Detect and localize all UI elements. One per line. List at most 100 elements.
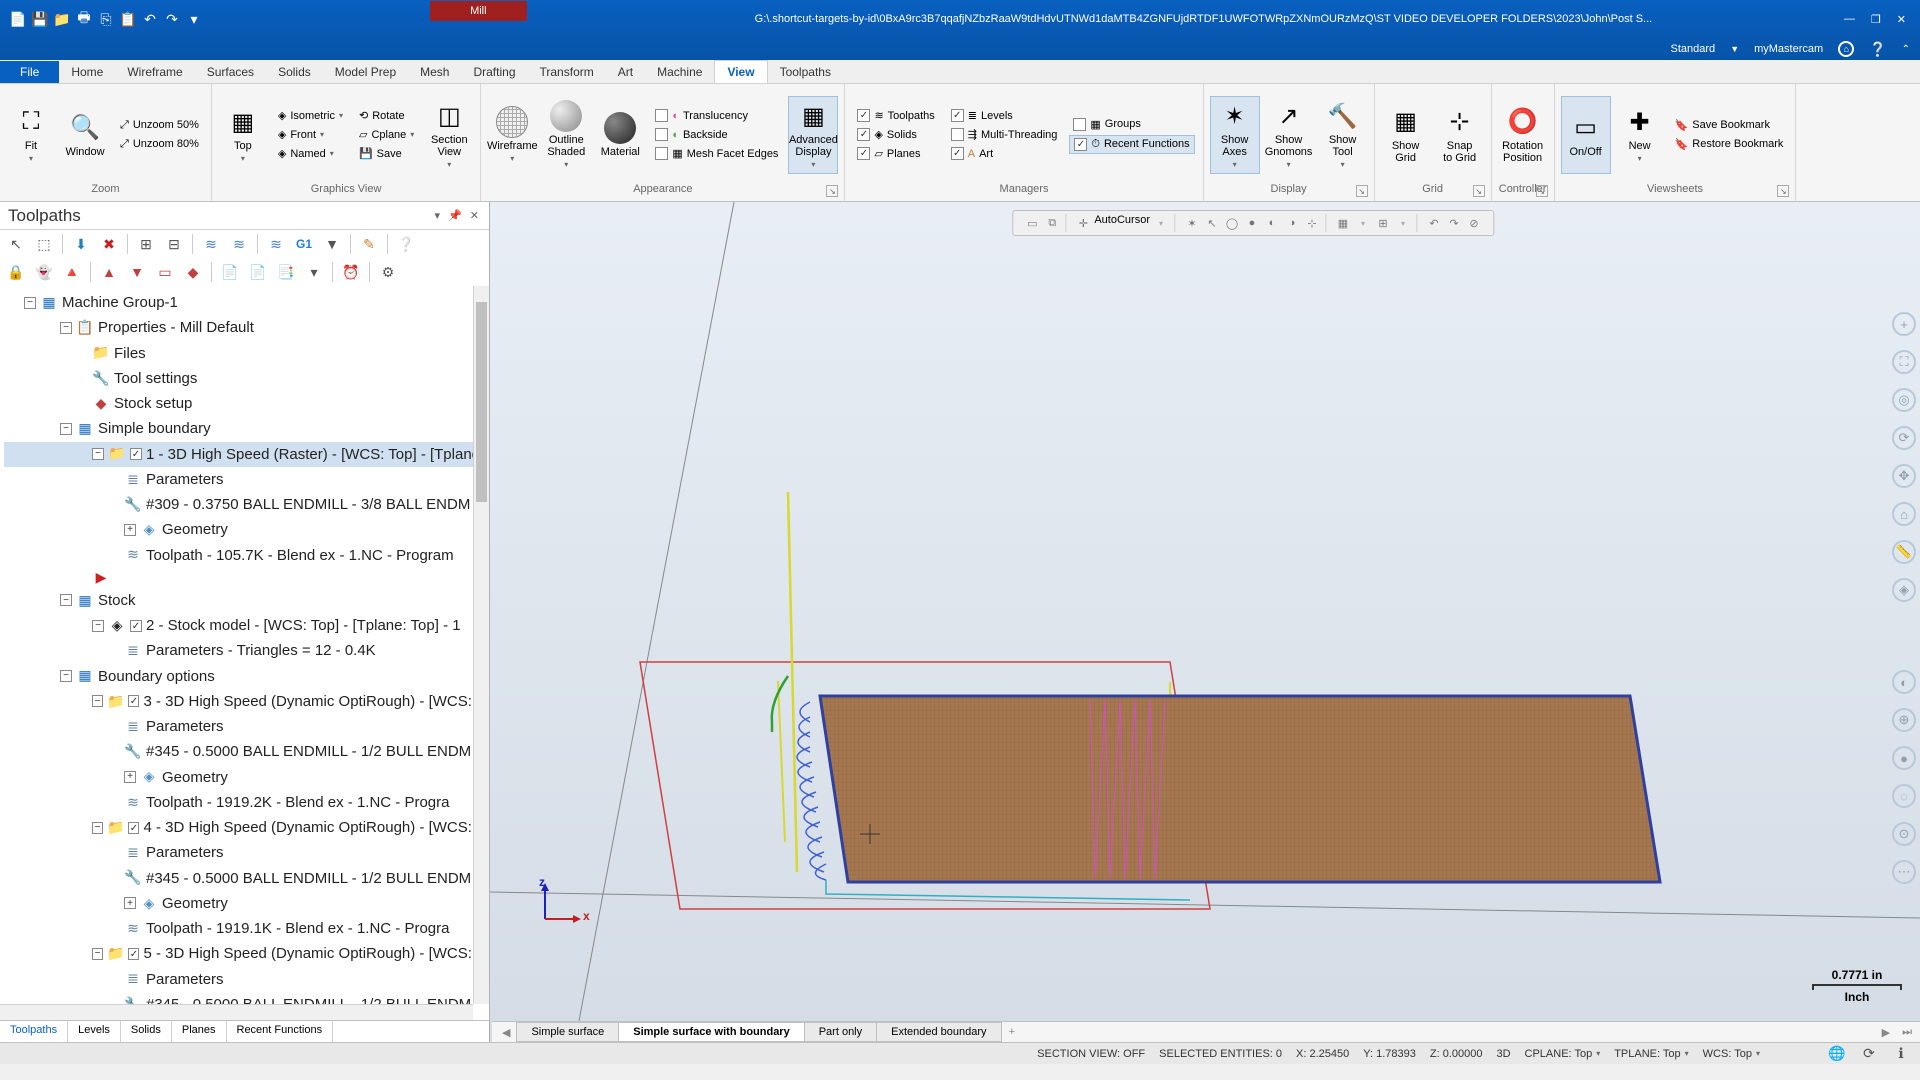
wireframe-button[interactable]: Wireframe ▾ xyxy=(487,96,537,174)
account-link[interactable]: myMastercam xyxy=(1754,43,1823,55)
viewsheet-simple-surface[interactable]: Simple surface xyxy=(516,1022,619,1042)
tab-file[interactable]: File xyxy=(0,61,59,83)
viewsheet-onoff-button[interactable]: ▭ On/Off xyxy=(1561,96,1611,174)
chevron-down-icon[interactable]: ▼ xyxy=(1730,44,1739,54)
cursor-icon[interactable]: ↖ xyxy=(4,232,28,256)
clock-icon[interactable]: ⏰ xyxy=(339,260,363,284)
qat-more-icon[interactable]: ▾ xyxy=(184,9,204,29)
g1-button[interactable]: G1 xyxy=(292,237,316,251)
rotation-position-button[interactable]: ⭕ Rotation Position xyxy=(1498,96,1548,174)
top-view-button[interactable]: ▦ Top ▾ xyxy=(218,96,268,174)
save-view-button[interactable]: 💾Save xyxy=(355,145,418,162)
tree-geometry[interactable]: +◈Geometry xyxy=(4,891,485,916)
panel-close-icon[interactable]: ✕ xyxy=(468,209,481,222)
groups-check[interactable]: ▦Groups xyxy=(1069,116,1194,133)
tree-parameters-tri[interactable]: ≣Parameters - Triangles = 12 - 0.4K xyxy=(4,638,485,663)
tree-scrollbar-v[interactable] xyxy=(473,286,489,1004)
tree-simple-boundary[interactable]: −▦Simple boundary xyxy=(4,416,485,441)
backside-check[interactable]: ◐Backside xyxy=(651,126,782,143)
tab-drafting[interactable]: Drafting xyxy=(461,61,527,83)
launcher-icon[interactable]: ↘ xyxy=(1356,185,1368,197)
ribbon-collapse-icon[interactable]: ⌃ xyxy=(1902,44,1910,55)
toolpaths-check[interactable]: ≋Toolpaths xyxy=(853,107,938,124)
wave3-icon[interactable]: ≋ xyxy=(264,232,288,256)
paste-icon[interactable]: 📋 xyxy=(118,9,138,29)
translucency-check[interactable]: ◐Translucency xyxy=(651,107,782,124)
viewsheet-part-only[interactable]: Part only xyxy=(804,1022,877,1042)
tree-stock-setup[interactable]: ◆Stock setup xyxy=(4,391,485,416)
ptab-toolpaths[interactable]: Toolpaths xyxy=(0,1021,68,1042)
tree-op-2[interactable]: −◈2 - Stock model - [WCS: Top] - [Tplane… xyxy=(4,613,485,638)
ptab-levels[interactable]: Levels xyxy=(68,1021,121,1042)
tree-toolpath-105[interactable]: ≋Toolpath - 105.7K - Blend ex - 1.NC - P… xyxy=(4,543,485,568)
ghost-icon[interactable]: 👻 xyxy=(32,260,56,284)
operations-tree[interactable]: −▦Machine Group-1 −📋Properties - Mill De… xyxy=(0,286,489,1020)
delete-icon[interactable]: ✖ xyxy=(97,232,121,256)
tree-tool-309[interactable]: 🔧#309 - 0.3750 BALL ENDMILL - 3/8 BALL E… xyxy=(4,492,485,517)
launcher-icon[interactable]: ↘ xyxy=(1777,185,1789,197)
status-tplane[interactable]: TPLANE: Top▾ xyxy=(1614,1048,1688,1060)
status-info-icon[interactable]: ℹ xyxy=(1892,1045,1910,1063)
zoom-window-button[interactable]: 🔍 Window xyxy=(60,96,110,174)
tree2-icon[interactable]: ⊟ xyxy=(162,232,186,256)
up-icon[interactable]: ▲ xyxy=(97,260,121,284)
undo-icon[interactable]: ↶ xyxy=(140,9,160,29)
rotate-button[interactable]: ⟲Rotate xyxy=(355,107,418,124)
tree-files[interactable]: 📁Files xyxy=(4,341,485,366)
named-button[interactable]: ◈Named▾ xyxy=(274,145,347,162)
recent-check[interactable]: ⏱Recent Functions xyxy=(1069,135,1194,154)
tree-machine-group[interactable]: −▦Machine Group-1 xyxy=(4,290,485,315)
ptab-planes[interactable]: Planes xyxy=(172,1021,227,1042)
tree-parameters[interactable]: ≣Parameters xyxy=(4,714,485,739)
tree-scrollbar-h[interactable] xyxy=(0,1004,473,1020)
tree-op-5[interactable]: −📁5 - 3D High Speed (Dynamic OptiRough) … xyxy=(4,941,485,966)
minimize-button[interactable]: — xyxy=(1840,13,1859,26)
down-icon[interactable]: ▼ xyxy=(125,260,149,284)
close-button[interactable]: ✕ xyxy=(1893,13,1910,26)
section-view-button[interactable]: ◫ Section View ▾ xyxy=(424,96,474,174)
save-icon[interactable]: 💾 xyxy=(30,9,50,29)
solids-check[interactable]: ◈Solids xyxy=(853,126,938,143)
viewsheet-add-icon[interactable]: + xyxy=(1001,1024,1023,1040)
status-wcs[interactable]: WCS: Top▾ xyxy=(1703,1048,1760,1060)
show-grid-button[interactable]: ▦ Show Grid xyxy=(1381,96,1431,174)
material-button[interactable]: Material xyxy=(595,96,645,174)
tree-icon[interactable]: ⊞ xyxy=(134,232,158,256)
tree-boundary-options[interactable]: −▦Boundary options xyxy=(4,664,485,689)
doc3-icon[interactable]: 📑 xyxy=(274,260,298,284)
tree-tool-345[interactable]: 🔧#345 - 0.5000 BALL ENDMILL - 1/2 BULL E… xyxy=(4,739,485,764)
viewsheet-prev-icon[interactable]: ◀ xyxy=(496,1024,516,1041)
panel-menu-icon[interactable]: ▾ xyxy=(433,209,443,222)
ptab-recent[interactable]: Recent Functions xyxy=(227,1021,334,1042)
graphics-viewport[interactable]: ▭ ⧉ ✛ AutoCursor ▾ ✶ ↖ ◯ ● ◐ ◑ ⊹ ▦ ▾ ⊞ xyxy=(490,202,1920,1042)
tab-home[interactable]: Home xyxy=(59,61,115,83)
cplane-button[interactable]: ▱Cplane▾ xyxy=(355,126,418,143)
diamond-icon[interactable]: ◆ xyxy=(181,260,205,284)
tree-toolpath-1919a[interactable]: ≋Toolpath - 1919.2K - Blend ex - 1.NC - … xyxy=(4,790,485,815)
tree-red-marker[interactable]: ▶ xyxy=(4,568,485,588)
help-icon[interactable]: ❔ xyxy=(1869,41,1886,58)
insert-icon[interactable]: ⬇ xyxy=(69,232,93,256)
redo-icon[interactable]: ↷ xyxy=(162,9,182,29)
tree-parameters[interactable]: ≣Parameters xyxy=(4,467,485,492)
dd-icon[interactable]: ▾ xyxy=(302,260,326,284)
viewsheet-simple-boundary[interactable]: Simple surface with boundary xyxy=(618,1022,804,1042)
isometric-button[interactable]: ◈Isometric▾ xyxy=(274,107,347,124)
multi-check[interactable]: ⇶Multi-Threading xyxy=(947,126,1062,143)
tree-properties[interactable]: −📋Properties - Mill Default xyxy=(4,315,485,340)
viewsheet-last-icon[interactable]: ⏭ xyxy=(1896,1024,1918,1041)
tree-op-3[interactable]: −📁3 - 3D High Speed (Dynamic OptiRough) … xyxy=(4,689,485,714)
planes-check[interactable]: ▱Planes xyxy=(853,145,938,162)
snap-grid-button[interactable]: ⊹ Snap to Grid xyxy=(1435,96,1485,174)
rect-icon[interactable]: ▭ xyxy=(153,260,177,284)
tab-toolpaths[interactable]: Toolpaths xyxy=(768,61,843,83)
status-mode[interactable]: 3D xyxy=(1496,1048,1510,1060)
tree-stock[interactable]: −▦Stock xyxy=(4,588,485,613)
tab-wireframe[interactable]: Wireframe xyxy=(115,61,194,83)
wave2-icon[interactable]: ≋ xyxy=(227,232,251,256)
viewsheet-next-icon[interactable]: ▶ xyxy=(1876,1024,1896,1041)
tree-geometry[interactable]: +◈Geometry xyxy=(4,517,485,542)
lock-icon[interactable]: 🔒 xyxy=(4,260,28,284)
launcher-icon[interactable]: ↘ xyxy=(826,185,838,197)
tree-parameters[interactable]: ≣Parameters xyxy=(4,840,485,865)
